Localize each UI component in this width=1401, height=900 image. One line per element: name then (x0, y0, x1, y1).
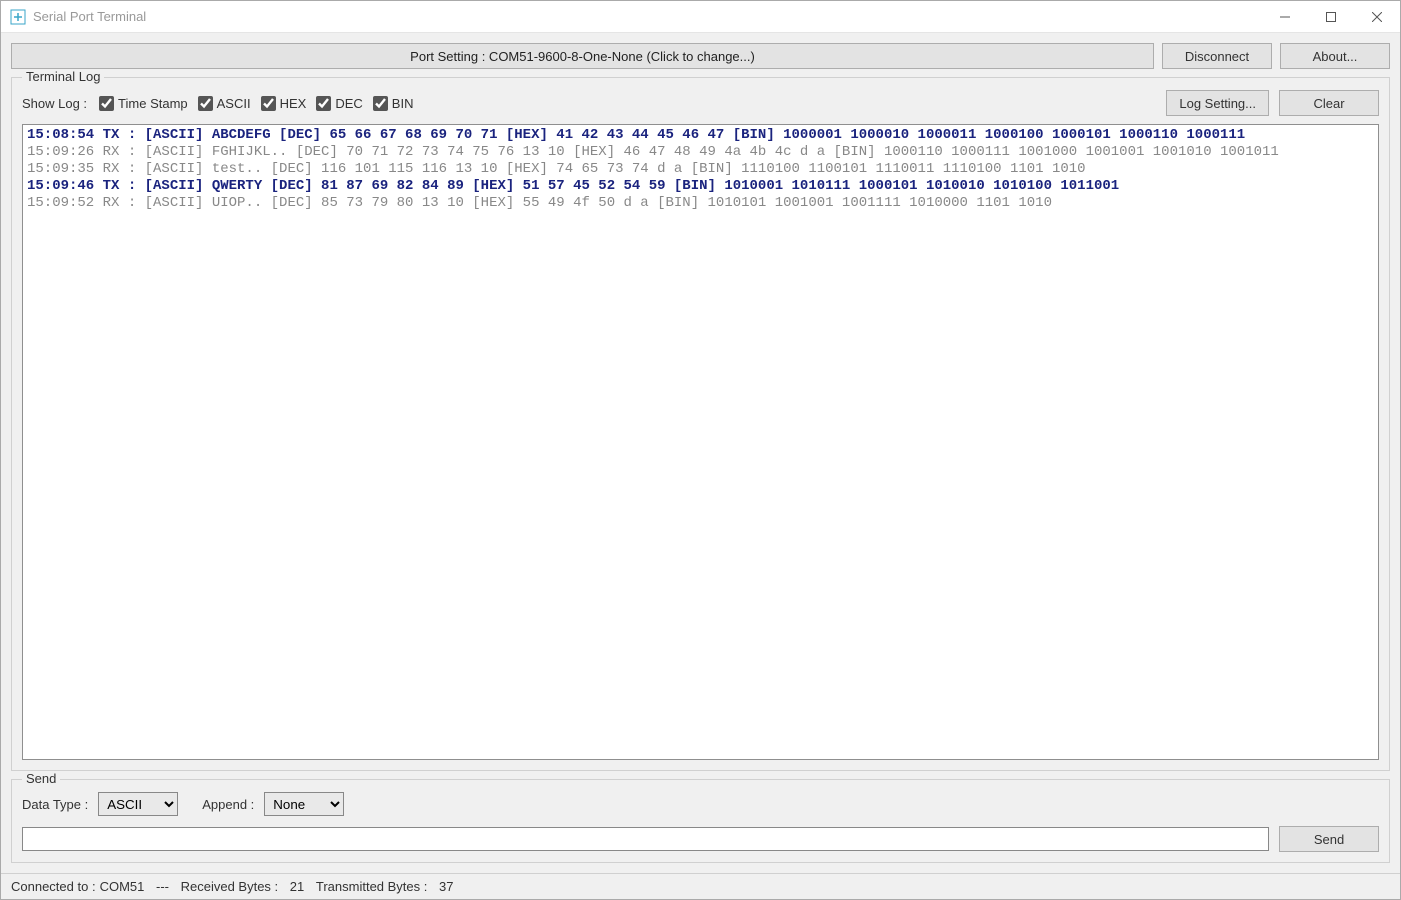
status-connected-label: Connected to : (11, 879, 96, 894)
status-sep: --- (156, 879, 169, 894)
terminal-log-legend: Terminal Log (22, 69, 104, 84)
titlebar: Serial Port Terminal (1, 1, 1400, 33)
disconnect-button[interactable]: Disconnect (1162, 43, 1272, 69)
send-button[interactable]: Send (1279, 826, 1379, 852)
about-button[interactable]: About... (1280, 43, 1390, 69)
send-group: Send Data Type : ASCII Append : None Sen… (11, 779, 1390, 863)
minimize-button[interactable] (1262, 1, 1308, 33)
clear-button[interactable]: Clear (1279, 90, 1379, 116)
minimize-icon (1280, 12, 1290, 22)
show-log-row: Show Log : Time Stamp ASCII HEX DEC BIN … (22, 90, 1379, 116)
send-legend: Send (22, 771, 60, 786)
log-lines: 15:08:54 TX : [ASCII] ABCDEFG [DEC] 65 6… (27, 127, 1374, 212)
status-received-value: 21 (290, 879, 304, 894)
checkbox-ascii-label: ASCII (217, 96, 251, 111)
checkbox-hex[interactable]: HEX (261, 96, 307, 111)
status-connected-value: COM51 (100, 879, 145, 894)
log-setting-button[interactable]: Log Setting... (1166, 90, 1269, 116)
port-setting-button[interactable]: Port Setting : COM51-9600-8-One-None (Cl… (11, 43, 1154, 69)
status-transmitted-value: 37 (439, 879, 453, 894)
checkbox-timestamp-label: Time Stamp (118, 96, 188, 111)
checkbox-dec[interactable]: DEC (316, 96, 362, 111)
close-button[interactable] (1354, 1, 1400, 33)
checkbox-bin-label: BIN (392, 96, 414, 111)
send-input-row: Send (22, 826, 1379, 852)
maximize-icon (1326, 12, 1336, 22)
show-log-label: Show Log : (22, 96, 87, 111)
terminal-log-group: Terminal Log Show Log : Time Stamp ASCII… (11, 77, 1390, 771)
close-icon (1372, 12, 1382, 22)
app-window: Serial Port Terminal Port Setting : COM5… (0, 0, 1401, 900)
data-type-select[interactable]: ASCII (98, 792, 178, 816)
app-icon (9, 8, 27, 26)
log-output[interactable]: 15:08:54 TX : [ASCII] ABCDEFG [DEC] 65 6… (22, 124, 1379, 760)
checkbox-timestamp[interactable]: Time Stamp (99, 96, 188, 111)
top-toolbar: Port Setting : COM51-9600-8-One-None (Cl… (11, 43, 1390, 69)
checkbox-dec-label: DEC (335, 96, 362, 111)
append-label: Append : (202, 797, 254, 812)
content-area: Port Setting : COM51-9600-8-One-None (Cl… (1, 33, 1400, 873)
checkbox-ascii[interactable]: ASCII (198, 96, 251, 111)
send-options-row: Data Type : ASCII Append : None (22, 792, 1379, 816)
append-select[interactable]: None (264, 792, 344, 816)
checkbox-bin[interactable]: BIN (373, 96, 414, 111)
maximize-button[interactable] (1308, 1, 1354, 33)
statusbar: Connected to : COM51 --- Received Bytes … (1, 873, 1400, 899)
window-title: Serial Port Terminal (33, 9, 146, 24)
data-type-label: Data Type : (22, 797, 88, 812)
status-received-label: Received Bytes : (181, 879, 279, 894)
status-transmitted-label: Transmitted Bytes : (316, 879, 428, 894)
send-input[interactable] (22, 827, 1269, 851)
checkbox-hex-label: HEX (280, 96, 307, 111)
